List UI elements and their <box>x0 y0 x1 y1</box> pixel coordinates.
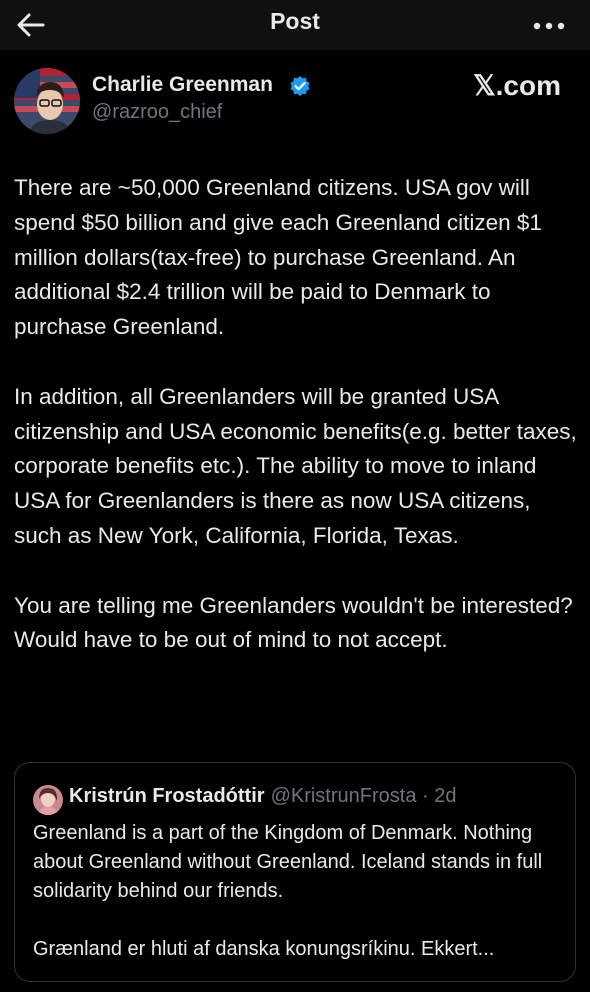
verified-badge-icon <box>289 75 311 97</box>
more-horizontal-icon <box>533 22 565 30</box>
post-text: There are ~50,000 Greenland citizens. US… <box>14 171 580 658</box>
quoted-post-card[interactable]: Kristrún Frostadóttir @KristrunFrosta · 2… <box>14 762 576 982</box>
quoted-author-name[interactable]: Kristrún Frostadóttir <box>69 785 265 807</box>
quoted-header: Kristrún Frostadóttir @KristrunFrosta · 2… <box>69 785 456 808</box>
quoted-avatar-image <box>33 785 63 815</box>
quoted-paragraph: Grænland er hluti af danska konungsríkin… <box>33 938 495 960</box>
post-paragraph: You are telling me Greenlanders wouldn't… <box>14 592 573 653</box>
x-watermark: 𝕏.com <box>473 70 561 101</box>
author-name[interactable]: Charlie Greenman <box>92 73 273 97</box>
avatar-image <box>14 68 80 134</box>
quoted-author-avatar[interactable] <box>33 785 63 815</box>
post-paragraph: In addition, all Greenlanders will be gr… <box>14 383 577 548</box>
author-handle[interactable]: @razroo_chief <box>92 101 222 124</box>
more-options-button[interactable] <box>532 18 566 30</box>
quoted-handle-time[interactable]: @KristrunFrosta · 2d <box>271 785 457 807</box>
top-bar: Post <box>0 0 590 50</box>
quoted-text: Greenland is a part of the Kingdom of De… <box>33 819 563 964</box>
quoted-paragraph: Greenland is a part of the Kingdom of De… <box>33 822 543 902</box>
page-title: Post <box>270 8 320 34</box>
post-paragraph: There are ~50,000 Greenland citizens. US… <box>14 175 542 340</box>
author-avatar[interactable] <box>14 68 80 134</box>
